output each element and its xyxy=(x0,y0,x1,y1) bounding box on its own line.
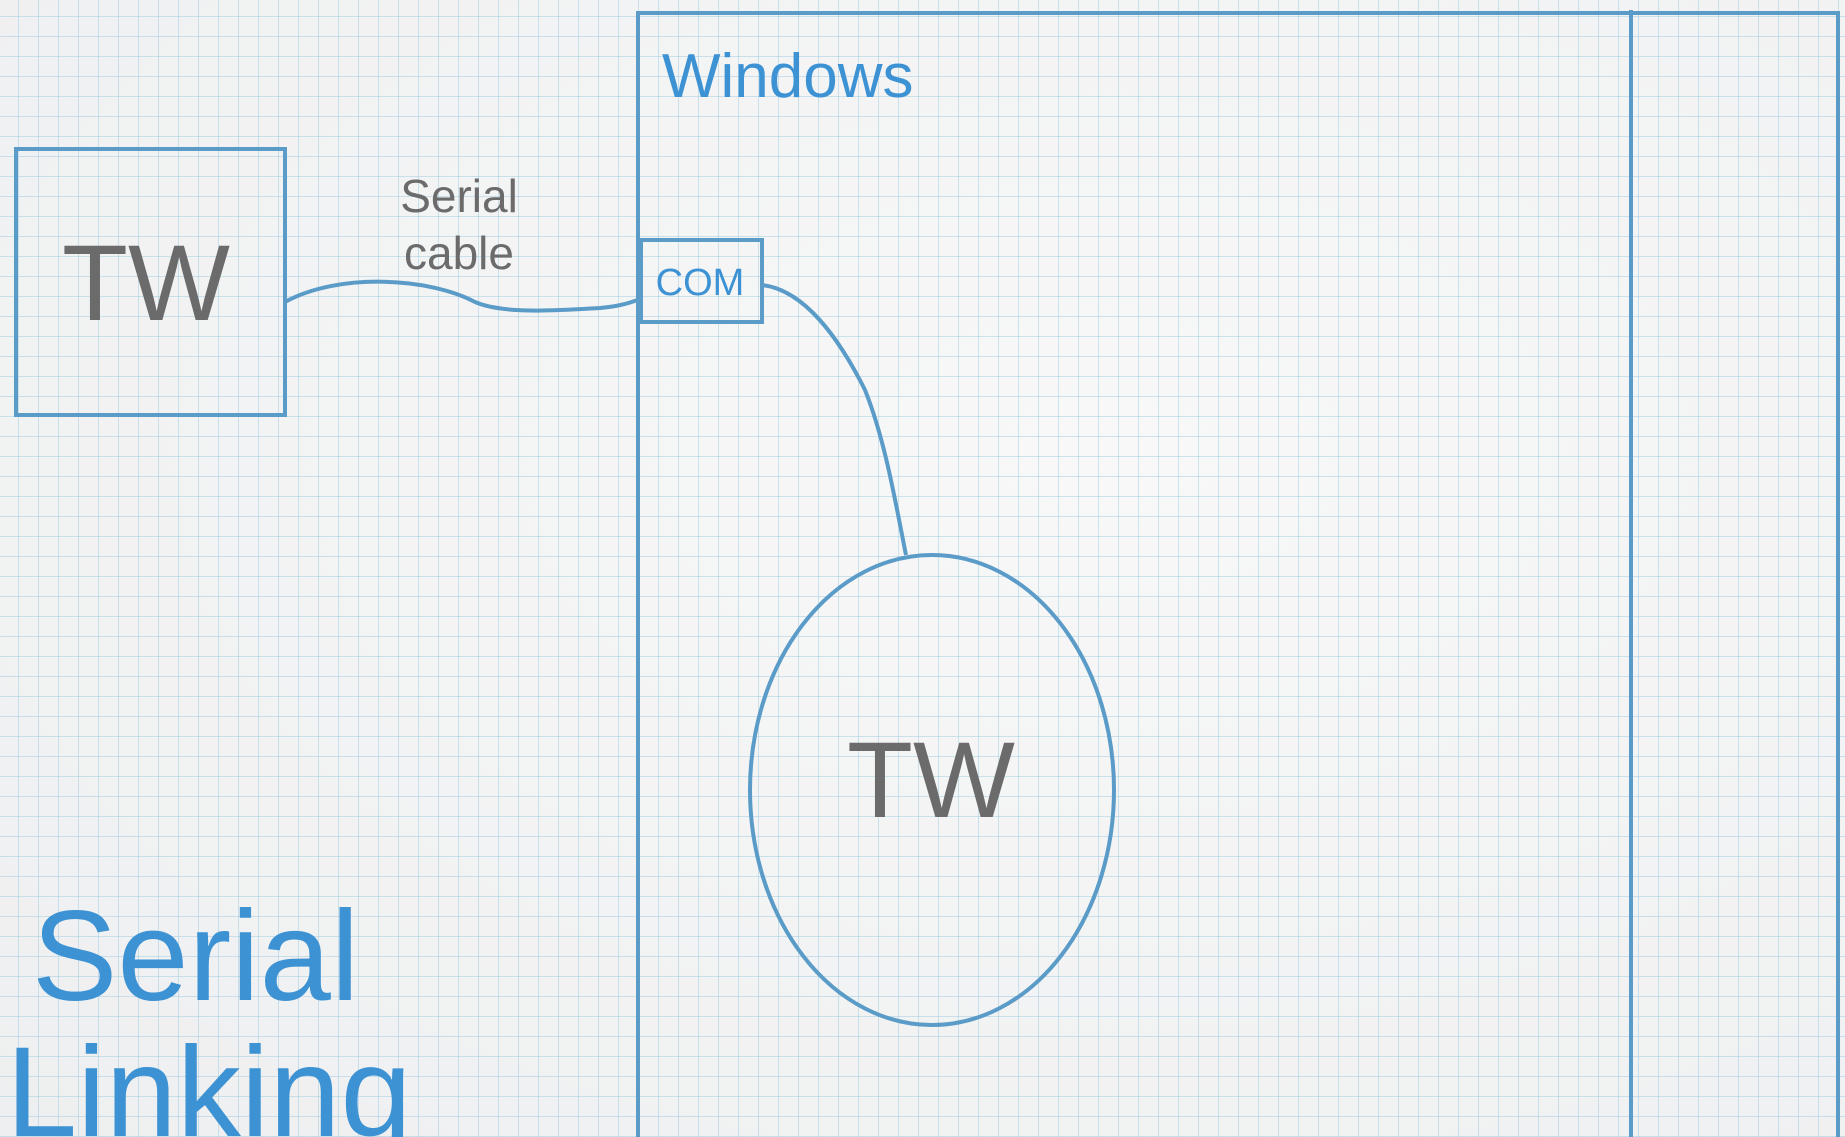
serial-cable-label-line1: Serial xyxy=(400,170,518,222)
title-line-1: Serial xyxy=(32,885,359,1028)
serial-cable-label-line2: cable xyxy=(404,227,514,279)
title-line-2: Linking xyxy=(6,1021,412,1137)
external-tw-label: TW xyxy=(62,222,230,343)
com-port-label: COM xyxy=(656,262,745,304)
com-to-emulator-line xyxy=(761,283,908,556)
serial-cable-line xyxy=(284,279,641,313)
emulated-tw-label: TW xyxy=(847,719,1015,840)
windows-host-frame xyxy=(636,11,1840,1137)
windows-label: Windows xyxy=(662,42,914,111)
serial-linking-diagram: Windows TW Serial cable COM TW Serial Li… xyxy=(6,10,1840,1137)
